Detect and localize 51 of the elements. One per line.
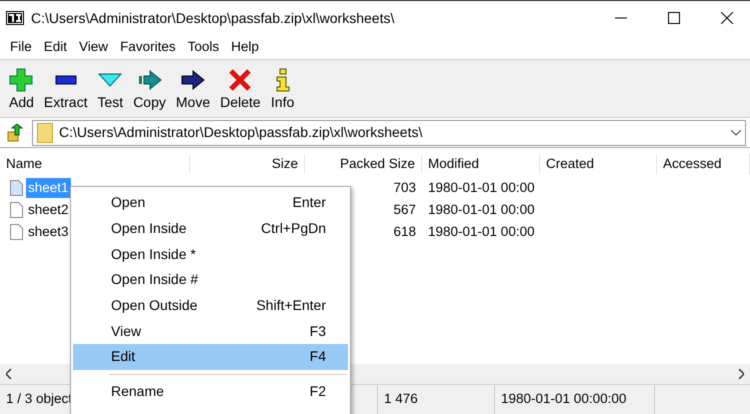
window-title: C:\Users\Administrator\Desktop\passfab.zip\xl\worksheets\ xyxy=(31,8,396,28)
status-text: 1980-01-01 00:00:00 xyxy=(495,385,655,414)
column-header[interactable]: Modified xyxy=(422,154,540,174)
file-name[interactable]: sheet3 xyxy=(26,222,71,242)
menu-item[interactable]: Tools xyxy=(182,36,226,58)
extract-button[interactable]: Extract xyxy=(38,66,92,111)
table-cell-text: 1980-01-01 00:00 xyxy=(427,200,536,219)
menu-item[interactable]: File xyxy=(4,36,38,58)
delete-button[interactable]: Delete xyxy=(215,66,266,111)
test-button[interactable]: Test xyxy=(92,66,128,111)
column-header[interactable]: Size xyxy=(190,154,305,174)
folder-up-icon xyxy=(6,124,24,142)
move-button[interactable]: Move xyxy=(170,66,216,111)
file-icon xyxy=(10,224,23,240)
menu-item[interactable]: Help xyxy=(225,36,265,58)
add-icon xyxy=(9,68,34,92)
dropdown-caret-icon xyxy=(731,130,741,136)
column-header[interactable]: Name xyxy=(0,154,190,174)
context-menu-item[interactable]: Open Outside Shift+Enter xyxy=(73,292,348,318)
arrow-right-icon xyxy=(138,68,162,92)
close-icon xyxy=(721,12,733,24)
file-name[interactable]: sheet2 xyxy=(26,200,71,220)
info-button[interactable]: Info xyxy=(266,66,300,111)
address-field[interactable]: C:\Users\Administrator\Desktop\passfab.zip\xl\worksheets\ xyxy=(32,120,746,146)
context-menu-item[interactable]: Open Inside * xyxy=(73,241,348,268)
scroll-right-icon[interactable] xyxy=(738,369,744,379)
context-menu-item[interactable]: Open Inside Ctrl+PgDn xyxy=(73,216,348,242)
delete-icon xyxy=(228,68,252,92)
column-header[interactable]: Created xyxy=(540,154,657,174)
table-cell-text: 1980-01-01 00:00 xyxy=(427,178,536,197)
context-menu-item[interactable]: View F3 xyxy=(73,318,348,344)
add-button[interactable]: Add xyxy=(4,66,39,111)
copy-button[interactable]: Copy xyxy=(128,66,171,111)
context-menu-item[interactable]: Open Enter xyxy=(73,190,348,216)
scroll-left-icon[interactable] xyxy=(6,369,12,379)
context-menu-item[interactable]: Open Inside # xyxy=(73,267,348,293)
app-logo-icon xyxy=(6,11,24,25)
status-text: 1 476 xyxy=(378,385,495,414)
column-header[interactable]: Packed Size xyxy=(305,154,422,174)
menu-item[interactable]: Edit xyxy=(38,36,74,58)
folder-icon xyxy=(37,122,53,142)
arrow-right-icon xyxy=(180,68,205,92)
menu-item[interactable]: View xyxy=(73,36,114,58)
table-cell-text: 1980-01-01 00:00 xyxy=(427,222,536,241)
context-menu-item[interactable]: Edit F4 xyxy=(73,344,348,370)
menu-item[interactable]: Favorites xyxy=(114,36,182,58)
maximize-icon xyxy=(668,12,680,24)
file-icon xyxy=(10,202,23,218)
table-cell-text: 703 xyxy=(392,178,417,197)
file-icon xyxy=(10,180,23,196)
column-header[interactable]: Accessed xyxy=(657,154,750,174)
